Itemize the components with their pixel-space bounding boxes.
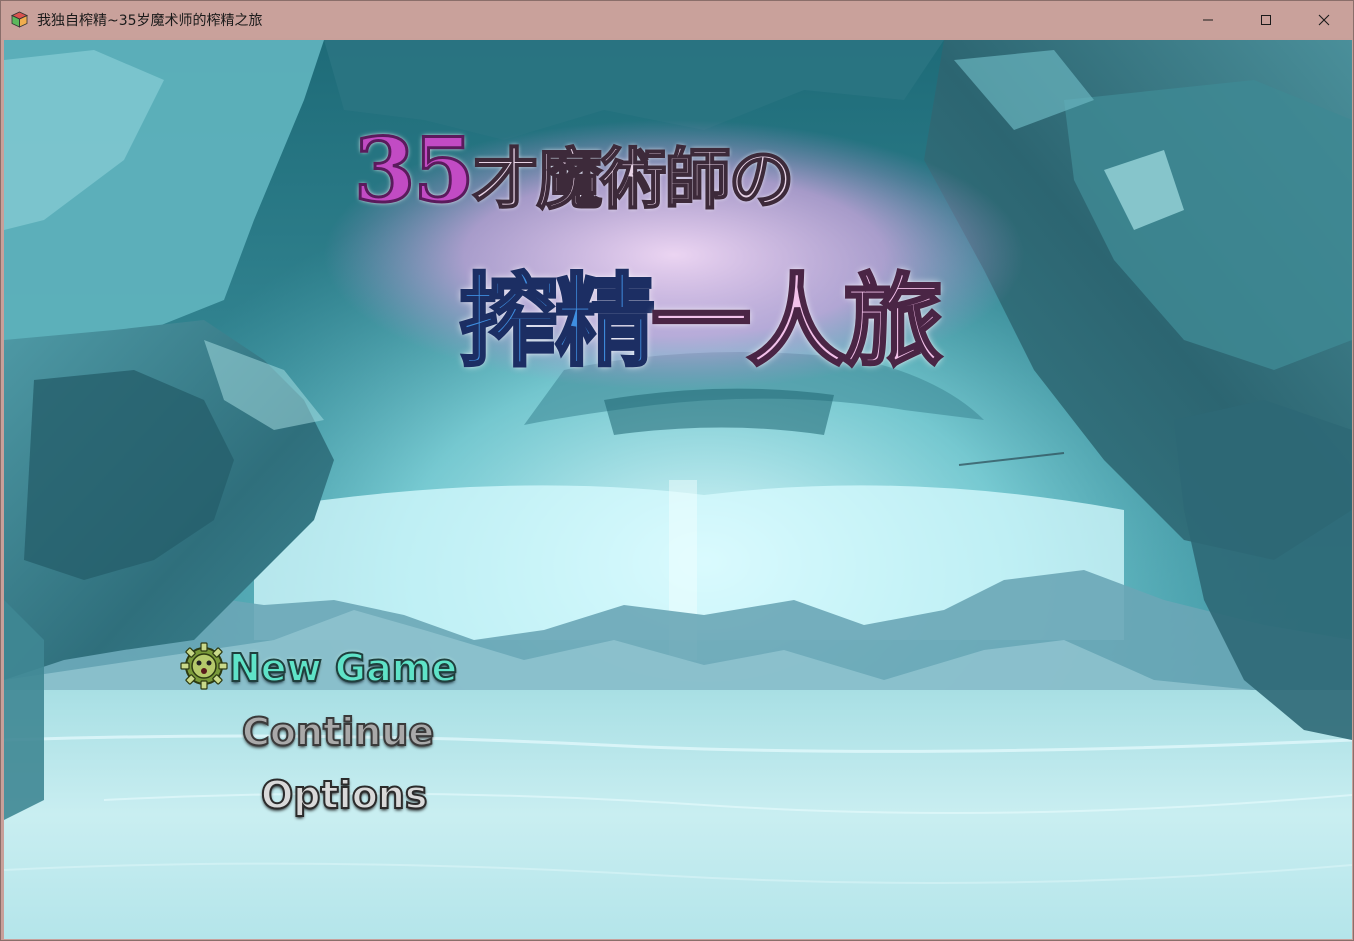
logo-main-pink: 一人旅 <box>650 261 945 382</box>
game-window: 我独自榨精~35岁魔术师的榨精之旅 35才魔術師の 搾精一人旅 New Game… <box>0 0 1354 941</box>
window-title: 我独自榨精~35岁魔术师的榨精之旅 <box>37 13 263 29</box>
logo-number: 35 <box>352 117 475 224</box>
maximize-button[interactable] <box>1237 1 1295 38</box>
maximize-icon <box>1261 14 1271 25</box>
title-bar[interactable]: 我独自榨精~35岁魔术师的榨精之旅 <box>1 1 1353 38</box>
game-screen[interactable]: 35才魔術師の 搾精一人旅 New Game Continue Options <box>4 40 1352 939</box>
close-button[interactable] <box>1295 1 1353 38</box>
minimize-button[interactable] <box>1179 1 1237 38</box>
minimize-icon <box>1203 19 1213 20</box>
menu-options[interactable]: Options <box>260 772 428 818</box>
game-logo-line1: 35才魔術師の <box>352 117 795 224</box>
menu-continue[interactable]: Continue <box>241 709 435 755</box>
game-cube-icon <box>11 11 28 28</box>
close-icon <box>1318 14 1330 25</box>
logo-subtitle: 才魔術師の <box>471 139 795 219</box>
gear-cursor-icon <box>180 642 228 690</box>
logo-main-blue: 搾精 <box>458 261 657 382</box>
menu-new-game[interactable]: New Game <box>228 645 458 691</box>
game-logo-line2: 搾精一人旅 <box>458 240 945 385</box>
